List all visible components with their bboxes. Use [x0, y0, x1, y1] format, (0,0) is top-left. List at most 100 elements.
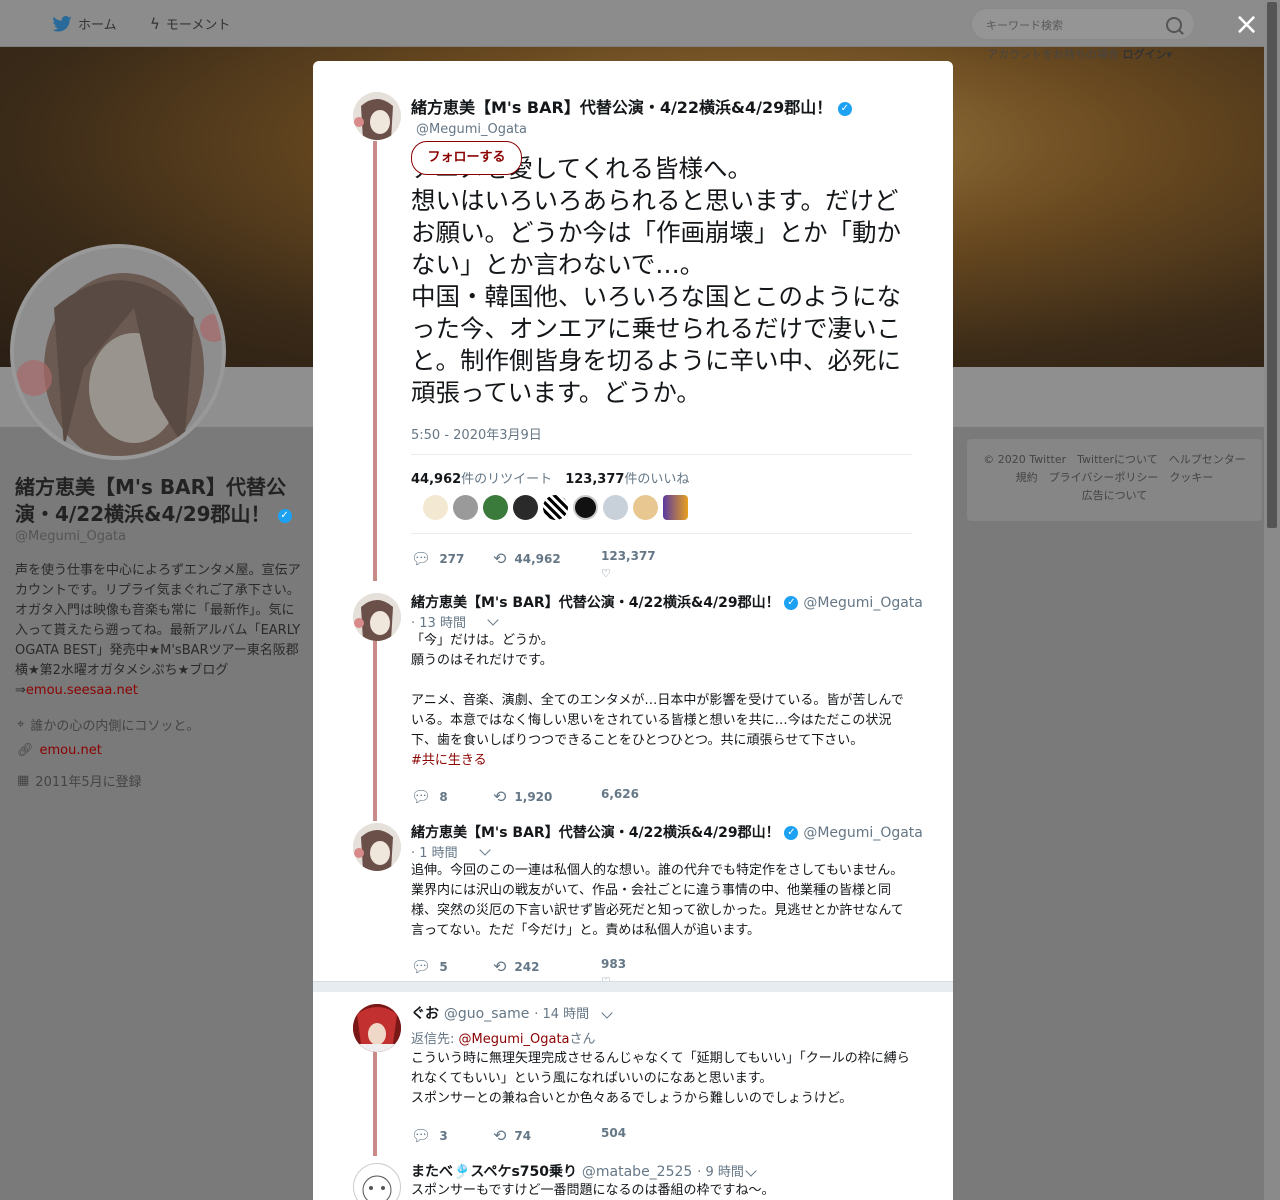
thread-line	[373, 1051, 377, 1156]
scrollbar[interactable]	[1264, 0, 1280, 1200]
login-link[interactable]: ログイン▾	[1123, 48, 1173, 61]
tweet-time[interactable]: · 13 時間	[411, 612, 466, 631]
reply-icon: 💬︎	[411, 957, 432, 976]
scrollbar-thumb[interactable]	[1267, 2, 1277, 528]
profile-url-link[interactable]: emou.net	[40, 743, 102, 758]
tweet-author[interactable]: 緒方恵美【M's BAR】代替公演・4/22横浜&4/29郡山！ ✓	[411, 94, 852, 118]
footer-line-3[interactable]: 広告について	[967, 487, 1262, 505]
avatar-illustration	[14, 248, 222, 456]
reply-button[interactable]: 💬︎ 5	[411, 957, 448, 976]
liker-avatars	[423, 495, 688, 520]
reply-to-link[interactable]: @Megumi_Ogata	[459, 1032, 570, 1047]
tweet-text: 「今」だけは。どうか。 願うのはそれだけです。 アニメ、音楽、演劇、全てのエンタ…	[411, 631, 916, 771]
search-icon[interactable]	[1166, 17, 1182, 33]
like-button[interactable]: 6,626	[601, 787, 639, 801]
like-total[interactable]: 123,377	[565, 472, 624, 487]
login-prompt-text: アカウントをお持ちの場合	[987, 48, 1119, 61]
profile-name: 緒方恵美【M's BAR】代替公演・4/22横浜&4/29郡山！ ✓	[15, 474, 305, 528]
reply-button[interactable]: 💬︎ 277	[411, 549, 464, 568]
profile-name-text: 緒方恵美【M's BAR】代替公演・4/22横浜&4/29郡山！	[15, 475, 287, 526]
retweet-count: 44,962	[514, 551, 561, 566]
avatar[interactable]	[353, 1004, 401, 1052]
liker-avatar[interactable]	[453, 495, 478, 520]
retweet-count: 1,920	[514, 789, 553, 804]
retweet-button[interactable]: ⟲ 74	[493, 1126, 531, 1145]
chevron-down-icon[interactable]	[479, 844, 491, 856]
avatar[interactable]	[353, 593, 401, 641]
retweet-button[interactable]: ⟲ 242	[493, 957, 539, 976]
liker-avatar[interactable]	[483, 495, 508, 520]
tweet-author-name: またべ🎐スペケs750乗り	[411, 1164, 578, 1180]
like-button[interactable]: 504	[601, 1126, 626, 1140]
profile-location: ⌖ 誰かの心の内側にコソッと。	[17, 715, 199, 734]
nav-home-label: ホーム	[78, 18, 117, 33]
tweet-handle[interactable]: @Megumi_Ogata	[416, 122, 527, 137]
liker-avatar[interactable]	[633, 495, 658, 520]
follow-button[interactable]: フォローする	[411, 141, 522, 175]
verified-badge-icon: ✓	[784, 596, 799, 610]
hashtag-link[interactable]: #共に生きる	[411, 753, 487, 768]
reply-button[interactable]: 💬︎ 3	[411, 1126, 448, 1145]
retweet-total[interactable]: 44,962	[411, 472, 461, 487]
chevron-down-icon[interactable]	[487, 614, 499, 626]
heart-icon[interactable]: ♡	[601, 567, 611, 580]
tweet-author[interactable]: またべ🎐スペケs750乗り @matabe_2525 · 9 時間	[411, 1161, 744, 1181]
retweet-total-label: 件のリツイート	[461, 472, 553, 487]
tweet-timestamp[interactable]: 5:50 - 2020年3月9日	[411, 424, 542, 443]
nav-home[interactable]: ホーム	[52, 14, 117, 33]
chevron-down-icon[interactable]	[601, 1007, 613, 1019]
avatar[interactable]	[353, 823, 401, 871]
close-modal-button[interactable]: ×	[1234, 10, 1259, 40]
joined-text: 2011年5月に登録	[35, 775, 142, 790]
liker-avatar[interactable]	[423, 495, 448, 520]
bio-link[interactable]: emou.seesaa.net	[26, 683, 138, 698]
avatar[interactable]	[353, 92, 401, 140]
footer-line-1[interactable]: © 2020 Twitter Twitterについて ヘルプセンター	[967, 451, 1262, 469]
retweet-icon: ⟲	[493, 957, 507, 976]
tweet-author[interactable]: 緒方恵美【M's BAR】代替公演・4/22横浜&4/29郡山！ ✓ @Megu…	[411, 822, 923, 842]
tweet-author[interactable]: 緒方恵美【M's BAR】代替公演・4/22横浜&4/29郡山！ ✓ @Megu…	[411, 592, 923, 612]
liker-avatar[interactable]	[573, 495, 598, 520]
tweet-handle: @matabe_2525	[581, 1164, 693, 1180]
tweet-modal: 緒方恵美【M's BAR】代替公演・4/22横浜&4/29郡山！ ✓ @Megu…	[313, 61, 953, 1200]
avatar-illustration	[353, 823, 401, 871]
retweet-button[interactable]: ⟲ 44,962	[493, 549, 561, 568]
twitter-bird-icon	[52, 15, 72, 32]
liker-avatar[interactable]	[663, 495, 688, 520]
profile-url: 🔗︎ emou.net	[17, 743, 102, 758]
like-button[interactable]: 123,377	[601, 549, 656, 563]
like-button[interactable]: 983	[601, 957, 626, 971]
tweet-handle: @guo_same	[443, 1006, 530, 1022]
tweet-time[interactable]: · 9 時間	[697, 1165, 744, 1180]
liker-avatar[interactable]	[513, 495, 538, 520]
profile-handle: @Megumi_Ogata	[15, 529, 126, 544]
location-text: 誰かの心の内側にコソッと。	[30, 719, 200, 734]
footer-line-2[interactable]: 規約 プライバシーポリシー クッキー	[967, 469, 1262, 487]
tweet-time[interactable]: · 14 時間	[534, 1007, 589, 1022]
tweet-body: 「今」だけは。どうか。 願うのはそれだけです。 アニメ、音楽、演劇、全てのエンタ…	[411, 633, 904, 748]
reply-count: 5	[439, 959, 448, 974]
tweet-time[interactable]: · 1 時間	[411, 842, 458, 861]
avatar-illustration	[362, 1175, 392, 1200]
chevron-down-icon[interactable]	[745, 1165, 757, 1177]
profile-joined: ▦ 2011年5月に登録	[17, 771, 142, 790]
thread-line	[373, 641, 377, 821]
tweet-author[interactable]: ぐお @guo_same · 14 時間	[411, 1003, 589, 1023]
reply-button[interactable]: 💬︎ 8	[411, 787, 448, 806]
retweet-button[interactable]: ⟲ 1,920	[493, 787, 552, 806]
section-separator	[313, 981, 953, 992]
liker-avatar[interactable]	[603, 495, 628, 520]
profile-bio-text: 声を使う仕事を中心によろずエンタメ屋。宣伝アカウントです。リプライ気まぐれご了承…	[15, 563, 301, 698]
tweet-handle: @Megumi_Ogata	[803, 595, 923, 611]
profile-avatar[interactable]	[10, 244, 226, 460]
like-count: 123,377	[601, 549, 656, 563]
nav-moments[interactable]: ϟ モーメント	[150, 14, 231, 34]
avatar[interactable]	[353, 1163, 401, 1200]
verified-badge-icon: ✓	[277, 508, 292, 523]
thread-line	[373, 141, 377, 581]
reply-count: 8	[439, 789, 448, 804]
nav-moments-label: モーメント	[165, 18, 231, 33]
lightning-icon: ϟ	[150, 14, 160, 33]
liker-avatar[interactable]	[543, 495, 568, 520]
search-input[interactable]: キーワード検索	[971, 8, 1195, 40]
